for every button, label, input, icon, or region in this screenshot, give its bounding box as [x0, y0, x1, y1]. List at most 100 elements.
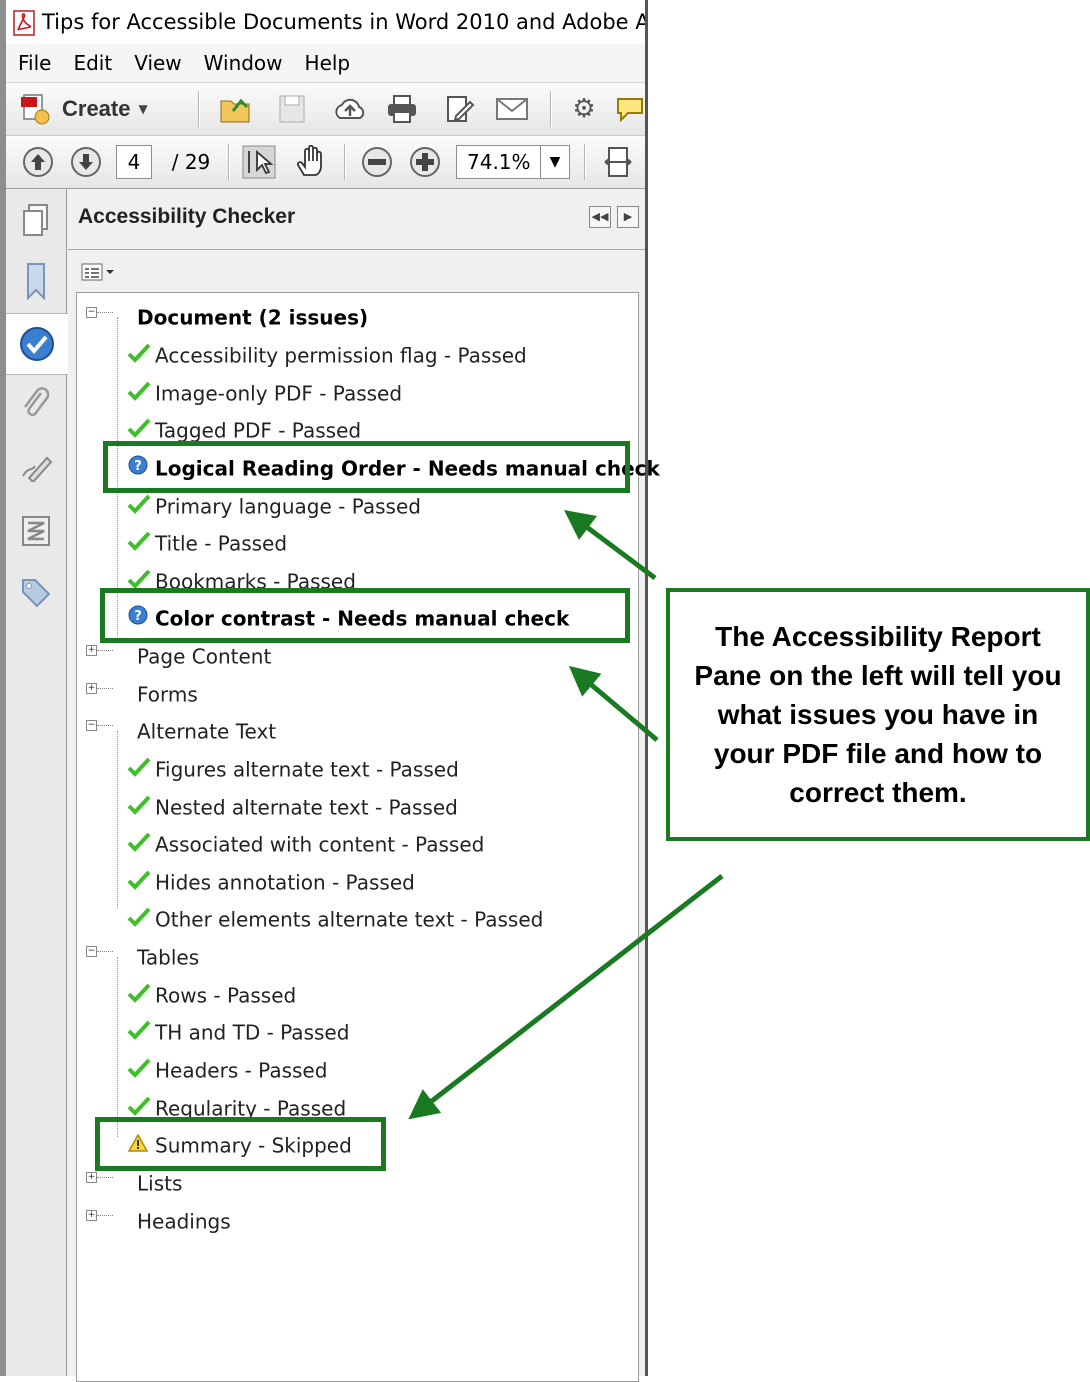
printer-icon	[388, 95, 416, 123]
check-item[interactable]: Primary language - Passed	[127, 490, 421, 520]
check-item[interactable]: Tagged PDF - Passed	[127, 414, 361, 444]
check-item[interactable]: Other elements alternate text - Passed	[127, 903, 543, 933]
collapse-panel-icon[interactable]: ◀◀	[589, 206, 611, 228]
zoom-in-button[interactable]	[406, 136, 444, 188]
check-passed-icon	[127, 341, 155, 371]
chevron-down-icon[interactable]: ▼	[540, 146, 569, 178]
check-item[interactable]: Accessibility permission flag - Passed	[127, 339, 527, 369]
pages-icon	[23, 204, 48, 236]
category-forms[interactable]: Forms	[137, 678, 198, 708]
collapse-toggle-tables[interactable]: −	[86, 946, 97, 957]
gear-icon: ⚙	[572, 94, 596, 124]
category-tables[interactable]: Tables	[137, 941, 199, 971]
content-button[interactable]	[14, 509, 58, 553]
check-label: Associated with content - Passed	[155, 832, 485, 857]
accessibility-checker-button[interactable]	[6, 313, 68, 375]
check-passed-icon	[127, 868, 155, 898]
check-label: Rows - Passed	[155, 983, 297, 1008]
page-number-input[interactable]: 4	[116, 145, 152, 179]
page-thumbnails-button[interactable]	[14, 199, 58, 243]
expand-toggle-page-content[interactable]: +	[86, 645, 97, 656]
bookmarks-button[interactable]	[14, 259, 58, 303]
category-label: Lists	[137, 1171, 183, 1196]
check-label: Title - Passed	[155, 531, 288, 556]
check-label: Headers - Passed	[155, 1058, 328, 1083]
check-label: TH and TD - Passed	[155, 1020, 350, 1045]
check-item[interactable]: Hides annotation - Passed	[127, 866, 415, 896]
create-button[interactable]: Create ▼	[18, 83, 168, 135]
check-label: Tagged PDF - Passed	[155, 418, 362, 443]
expand-panel-icon[interactable]: ▶	[617, 206, 639, 228]
tags-button[interactable]	[14, 571, 58, 615]
check-item[interactable]: Figures alternate text - Passed	[127, 753, 459, 783]
check-item[interactable]: Image-only PDF - Passed	[127, 377, 402, 407]
category-alternate-text[interactable]: Alternate Text	[137, 715, 276, 745]
category-label: Headings	[137, 1209, 231, 1234]
menu-file[interactable]: File	[18, 44, 51, 82]
print-button[interactable]	[382, 83, 422, 135]
toolbar-separator	[584, 144, 586, 180]
open-folder-icon	[220, 98, 250, 123]
category-lists[interactable]: Lists	[137, 1167, 182, 1197]
upload-button[interactable]	[328, 83, 372, 135]
category-headings[interactable]: Headings	[137, 1205, 231, 1235]
fit-page-button[interactable]	[598, 136, 638, 188]
edit-document-button[interactable]	[440, 83, 480, 135]
tree-connector	[97, 1215, 113, 1217]
check-item[interactable]: Title - Passed	[127, 527, 287, 557]
paperclip-icon	[24, 387, 50, 417]
check-item[interactable]: Rows - Passed	[127, 979, 296, 1009]
attachments-button[interactable]	[14, 383, 58, 427]
menu-help[interactable]: Help	[305, 44, 351, 82]
expand-toggle-lists[interactable]: +	[86, 1172, 97, 1183]
check-item[interactable]: TH and TD - Passed	[127, 1016, 349, 1046]
tree-connector	[97, 725, 113, 727]
collapse-toggle-alternate-text[interactable]: −	[86, 720, 97, 731]
save-button[interactable]	[272, 83, 312, 135]
check-item[interactable]: Nested alternate text - Passed	[127, 791, 458, 821]
hand-tool-button[interactable]	[290, 136, 330, 188]
tag-icon	[22, 579, 51, 608]
category-page-content[interactable]: Page Content	[137, 640, 271, 670]
previous-page-button[interactable]	[20, 136, 56, 188]
menu-window[interactable]: Window	[204, 44, 283, 82]
tree-connector	[117, 731, 119, 909]
page-total: / 29	[171, 150, 211, 174]
envelope-icon	[496, 98, 528, 120]
settings-button[interactable]: ⚙	[566, 83, 602, 135]
toolbar-separator	[344, 144, 346, 180]
main-toolbar: Create ▼ ⚙	[6, 83, 645, 136]
check-passed-icon	[127, 981, 155, 1011]
save-disk-icon	[279, 95, 305, 123]
select-tool-button[interactable]	[238, 136, 280, 188]
title-bar: Tips for Accessible Documents in Word 20…	[6, 0, 645, 44]
signatures-button[interactable]	[14, 445, 58, 489]
expand-toggle-headings[interactable]: +	[86, 1210, 97, 1221]
zoom-select[interactable]: 74.1% ▼	[456, 145, 570, 179]
check-item[interactable]: Associated with content - Passed	[127, 828, 484, 858]
check-passed-icon	[127, 492, 155, 522]
plus-circle-icon	[410, 147, 440, 177]
content-order-icon	[22, 516, 50, 546]
highlight-box-color-contrast	[100, 588, 630, 643]
check-label: Hides annotation - Passed	[155, 870, 415, 895]
email-button[interactable]	[492, 83, 532, 135]
category-document[interactable]: Document (2 issues)	[137, 301, 368, 331]
menu-view[interactable]: View	[134, 44, 181, 82]
menu-edit[interactable]: Edit	[73, 44, 112, 82]
zoom-out-button[interactable]	[358, 136, 396, 188]
options-menu-button[interactable]	[80, 261, 116, 283]
accessibility-checker-panel: Accessibility Checker ◀◀ ▶ − Document (2…	[68, 189, 660, 1382]
check-label: Nested alternate text - Passed	[155, 795, 458, 820]
expand-toggle-forms[interactable]: +	[86, 683, 97, 694]
highlight-box-summary	[95, 1117, 386, 1171]
check-item[interactable]: Headers - Passed	[127, 1054, 327, 1084]
open-button[interactable]	[216, 83, 256, 135]
check-label: Accessibility permission flag - Passed	[155, 343, 527, 368]
tree-connector	[97, 1177, 113, 1179]
arrow-up-icon	[23, 147, 53, 177]
collapse-toggle-document[interactable]: −	[86, 307, 97, 318]
comment-button[interactable]	[612, 83, 648, 135]
comment-bubble-icon	[617, 98, 643, 123]
next-page-button[interactable]	[68, 136, 104, 188]
